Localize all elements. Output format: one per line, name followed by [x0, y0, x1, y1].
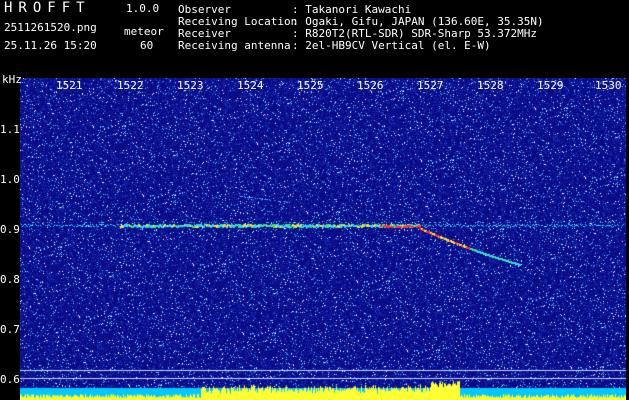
- y-axis-unit: kHz: [2, 73, 22, 86]
- meteor-label: meteor: [124, 25, 164, 38]
- x-tick-label: 1530: [595, 79, 622, 92]
- x-tick-label: 1525: [297, 79, 324, 92]
- x-tick-label: 1527: [417, 79, 444, 92]
- x-tick-label: 1529: [537, 79, 564, 92]
- capture-datetime: 25.11.26 15:20: [4, 39, 97, 52]
- x-tick-label: 1524: [237, 79, 264, 92]
- app-version: 1.0.0: [126, 2, 160, 15]
- app-logo: HROFFT: [4, 0, 91, 16]
- x-tick-label: 1522: [117, 79, 144, 92]
- y-tick-label: 0.8: [0, 273, 20, 286]
- y-tick-label: 1.0: [0, 173, 20, 186]
- antenna-value: : 2el-HB9CV Vertical (el. E-W): [292, 39, 491, 52]
- meteor-count: 60: [140, 39, 154, 52]
- y-tick-label: 0.9: [0, 223, 20, 236]
- y-tick-label: 1.1: [0, 123, 20, 136]
- spectrogram-canvas: [20, 78, 626, 400]
- x-tick-label: 1528: [477, 79, 504, 92]
- file-name: 2511261520.png: [4, 21, 97, 34]
- antenna-label: Receiving antenna: [178, 39, 291, 52]
- x-tick-label: 1521: [56, 79, 83, 92]
- x-tick-label: 1526: [357, 79, 384, 92]
- y-tick-label: 0.6: [0, 373, 20, 386]
- y-tick-label: 0.7: [0, 323, 20, 336]
- spectrogram-display: [20, 78, 626, 400]
- x-tick-label: 1523: [177, 79, 204, 92]
